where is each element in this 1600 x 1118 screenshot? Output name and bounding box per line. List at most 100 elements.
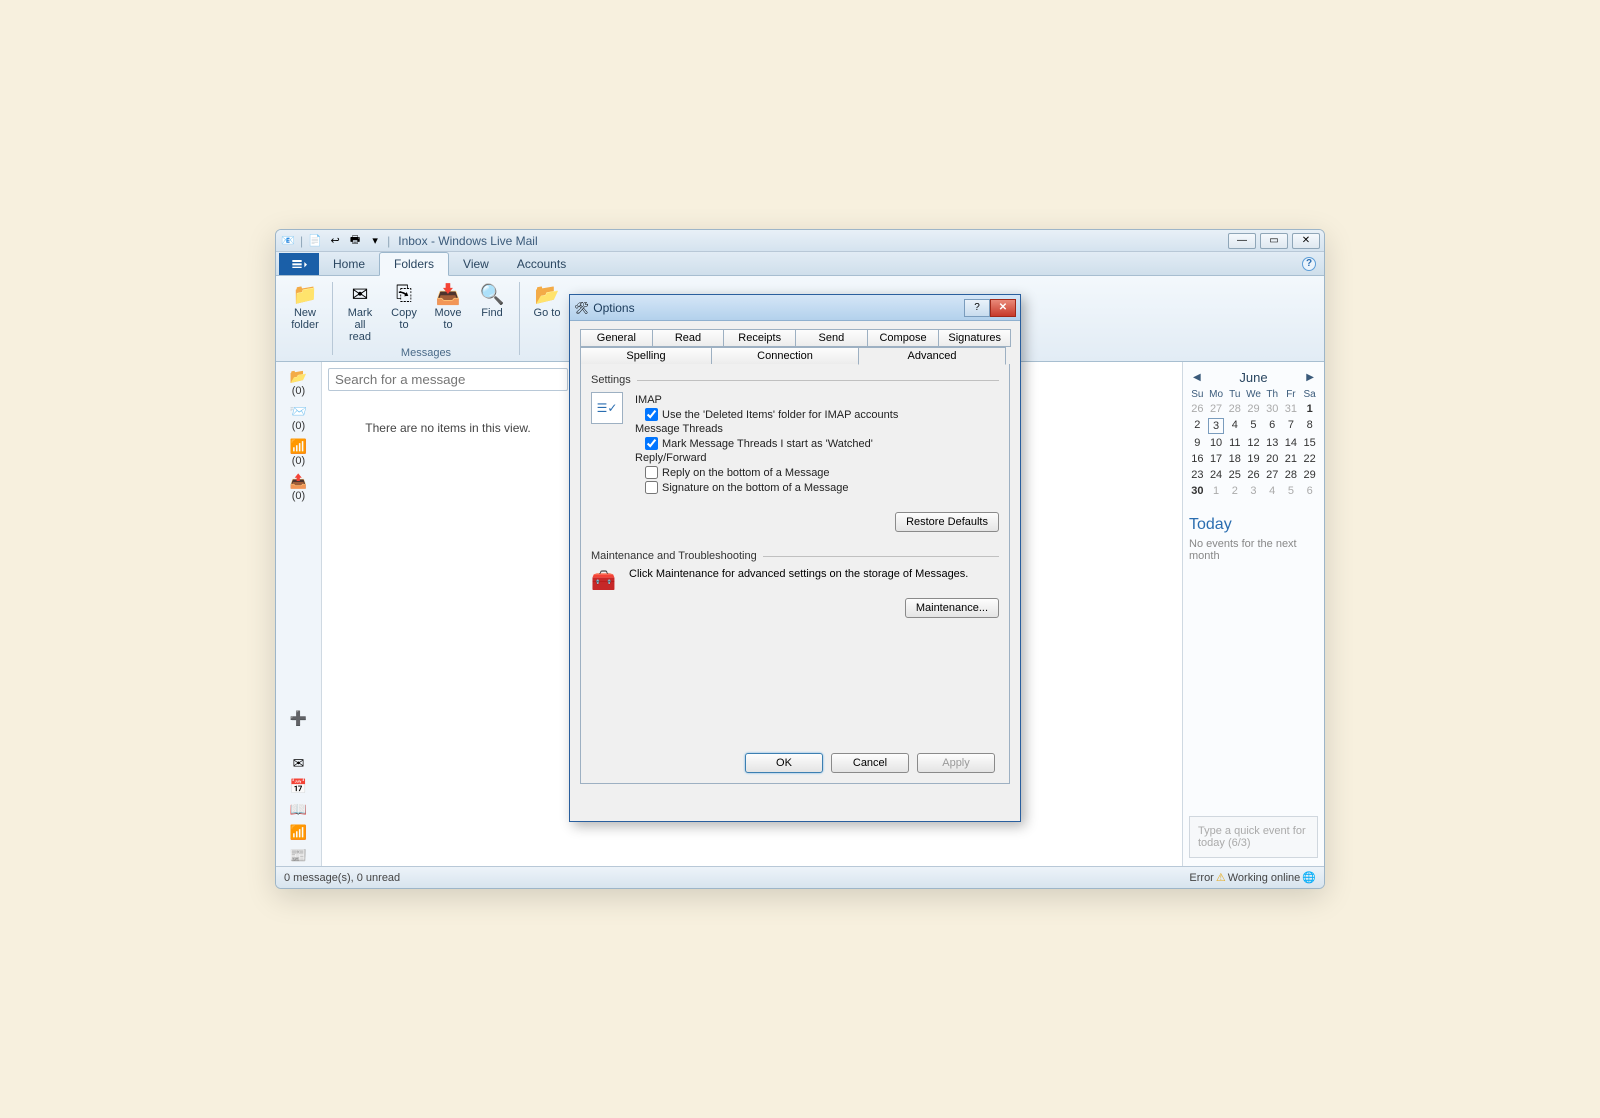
calendar-day[interactable]: 16 bbox=[1189, 452, 1206, 466]
calendar-day[interactable]: 24 bbox=[1208, 468, 1225, 482]
calendar-day[interactable]: 25 bbox=[1226, 468, 1243, 482]
tab-view[interactable]: View bbox=[449, 253, 503, 275]
calendar-day[interactable]: 13 bbox=[1264, 436, 1281, 450]
calendar-day[interactable]: 14 bbox=[1283, 436, 1300, 450]
new-folder-button[interactable]: 📁 Newfolder bbox=[284, 278, 326, 359]
calendar-day[interactable]: 4 bbox=[1226, 418, 1243, 434]
tab-home[interactable]: Home bbox=[319, 253, 379, 275]
calendar-day[interactable]: 4 bbox=[1264, 484, 1281, 498]
calendar-day[interactable]: 18 bbox=[1226, 452, 1243, 466]
tab-general[interactable]: General bbox=[580, 329, 653, 347]
tab-accounts[interactable]: Accounts bbox=[503, 253, 580, 275]
help-icon[interactable]: ? bbox=[1302, 257, 1316, 271]
maintenance-button[interactable]: Maintenance... bbox=[905, 598, 999, 618]
calendar-day[interactable]: 5 bbox=[1283, 484, 1300, 498]
calendar-day[interactable]: 3 bbox=[1208, 418, 1225, 434]
calendar-day[interactable]: 28 bbox=[1226, 402, 1243, 416]
nav-contacts-shortcut[interactable]: 📖 bbox=[284, 799, 314, 820]
reply-bottom-checkbox[interactable] bbox=[645, 466, 658, 479]
calendar-day[interactable]: 30 bbox=[1189, 484, 1206, 498]
nav-inbox[interactable]: 📂(0) bbox=[284, 366, 314, 399]
tab-signatures[interactable]: Signatures bbox=[938, 329, 1011, 347]
calendar-day[interactable]: 3 bbox=[1245, 484, 1262, 498]
nav-calendar-shortcut[interactable]: 📅 bbox=[284, 776, 314, 797]
calendar-day[interactable]: 19 bbox=[1245, 452, 1262, 466]
calendar-day[interactable]: 15 bbox=[1301, 436, 1318, 450]
tab-folders[interactable]: Folders bbox=[379, 252, 449, 276]
calendar-day[interactable]: 6 bbox=[1301, 484, 1318, 498]
imap-deleted-checkbox[interactable] bbox=[645, 408, 658, 421]
reply-bottom-checkbox-row[interactable]: Reply on the bottom of a Message bbox=[645, 466, 999, 479]
nav-outbox[interactable]: 📤(0) bbox=[284, 471, 314, 504]
calendar-day[interactable]: 17 bbox=[1208, 452, 1225, 466]
nav-feeds-shortcut[interactable]: 📶 bbox=[284, 822, 314, 843]
calendar-day[interactable]: 20 bbox=[1264, 452, 1281, 466]
calendar-day[interactable]: 22 bbox=[1301, 452, 1318, 466]
calendar-day[interactable]: 29 bbox=[1301, 468, 1318, 482]
tab-connection[interactable]: Connection bbox=[711, 347, 859, 365]
calendar-day[interactable]: 26 bbox=[1189, 402, 1206, 416]
calendar-next-button[interactable]: ▶ bbox=[1302, 372, 1318, 383]
calendar-day[interactable]: 10 bbox=[1208, 436, 1225, 450]
nav-add-account[interactable]: ➕ bbox=[284, 708, 314, 729]
calendar-day[interactable]: 11 bbox=[1226, 436, 1243, 450]
calendar-day[interactable]: 2 bbox=[1226, 484, 1243, 498]
signature-bottom-checkbox[interactable] bbox=[645, 481, 658, 494]
qat-dropdown-icon[interactable]: ▾ bbox=[367, 233, 383, 249]
tab-spelling[interactable]: Spelling bbox=[580, 347, 712, 365]
find-button[interactable]: 🔍 Find bbox=[471, 278, 513, 347]
calendar-day[interactable]: 12 bbox=[1245, 436, 1262, 450]
cancel-button[interactable]: Cancel bbox=[831, 753, 909, 773]
qat-print-icon[interactable]: 🖶 bbox=[347, 233, 363, 249]
qat-new-icon[interactable]: 📄 bbox=[307, 233, 323, 249]
move-to-button[interactable]: 📥 Moveto bbox=[427, 278, 469, 347]
minimize-button[interactable]: — bbox=[1228, 233, 1256, 249]
threads-watched-checkbox[interactable] bbox=[645, 437, 658, 450]
quick-event-input[interactable]: Type a quick event for today (6/3) bbox=[1189, 816, 1318, 858]
qat-reply-icon[interactable]: ↩ bbox=[327, 233, 343, 249]
calendar-day[interactable]: 7 bbox=[1283, 418, 1300, 434]
tab-send[interactable]: Send bbox=[795, 329, 868, 347]
nav-newsgroups-shortcut[interactable]: 📰 bbox=[284, 845, 314, 866]
calendar-day[interactable]: 29 bbox=[1245, 402, 1262, 416]
tab-read[interactable]: Read bbox=[652, 329, 725, 347]
calendar-day[interactable]: 28 bbox=[1283, 468, 1300, 482]
nav-mail-shortcut[interactable]: ✉ bbox=[284, 753, 314, 774]
search-input[interactable] bbox=[328, 368, 568, 391]
calendar-day[interactable]: 30 bbox=[1264, 402, 1281, 416]
calendar-day[interactable]: 1 bbox=[1301, 402, 1318, 416]
threads-watched-checkbox-row[interactable]: Mark Message Threads I start as 'Watched… bbox=[645, 437, 999, 450]
nav-feeds[interactable]: 📶(0) bbox=[284, 436, 314, 469]
apply-button[interactable]: Apply bbox=[917, 753, 995, 773]
calendar-day[interactable]: 21 bbox=[1283, 452, 1300, 466]
close-button[interactable]: ✕ bbox=[1292, 233, 1320, 249]
calendar-day[interactable]: 8 bbox=[1301, 418, 1318, 434]
signature-bottom-checkbox-row[interactable]: Signature on the bottom of a Message bbox=[645, 481, 999, 494]
dialog-help-button[interactable]: ? bbox=[964, 299, 990, 317]
file-menu-button[interactable] bbox=[279, 253, 319, 275]
calendar-day[interactable]: 27 bbox=[1264, 468, 1281, 482]
nav-unread[interactable]: 📨(0) bbox=[284, 401, 314, 434]
calendar-day[interactable]: 5 bbox=[1245, 418, 1262, 434]
dialog-close-button[interactable]: ✕ bbox=[990, 299, 1016, 317]
calendar-day[interactable]: 26 bbox=[1245, 468, 1262, 482]
imap-deleted-checkbox-row[interactable]: Use the 'Deleted Items' folder for IMAP … bbox=[645, 408, 999, 421]
calendar-day[interactable]: 1 bbox=[1208, 484, 1225, 498]
copy-to-button[interactable]: ⎘ Copyto bbox=[383, 278, 425, 347]
tab-advanced[interactable]: Advanced bbox=[858, 347, 1006, 365]
calendar-day[interactable]: 2 bbox=[1189, 418, 1206, 434]
mark-all-read-button[interactable]: ✉ Markall read bbox=[339, 278, 381, 347]
tab-receipts[interactable]: Receipts bbox=[723, 329, 796, 347]
calendar-day[interactable]: 23 bbox=[1189, 468, 1206, 482]
go-to-button[interactable]: 📂 Go to bbox=[526, 278, 568, 359]
warning-icon[interactable]: ⚠ bbox=[1216, 871, 1226, 884]
calendar-prev-button[interactable]: ◀ bbox=[1189, 372, 1205, 383]
calendar-day[interactable]: 31 bbox=[1283, 402, 1300, 416]
calendar-day[interactable]: 6 bbox=[1264, 418, 1281, 434]
restore-defaults-button[interactable]: Restore Defaults bbox=[895, 512, 999, 532]
maximize-button[interactable]: ▭ bbox=[1260, 233, 1288, 249]
calendar-day[interactable]: 27 bbox=[1208, 402, 1225, 416]
calendar-day[interactable]: 9 bbox=[1189, 436, 1206, 450]
tab-compose[interactable]: Compose bbox=[867, 329, 940, 347]
ok-button[interactable]: OK bbox=[745, 753, 823, 773]
